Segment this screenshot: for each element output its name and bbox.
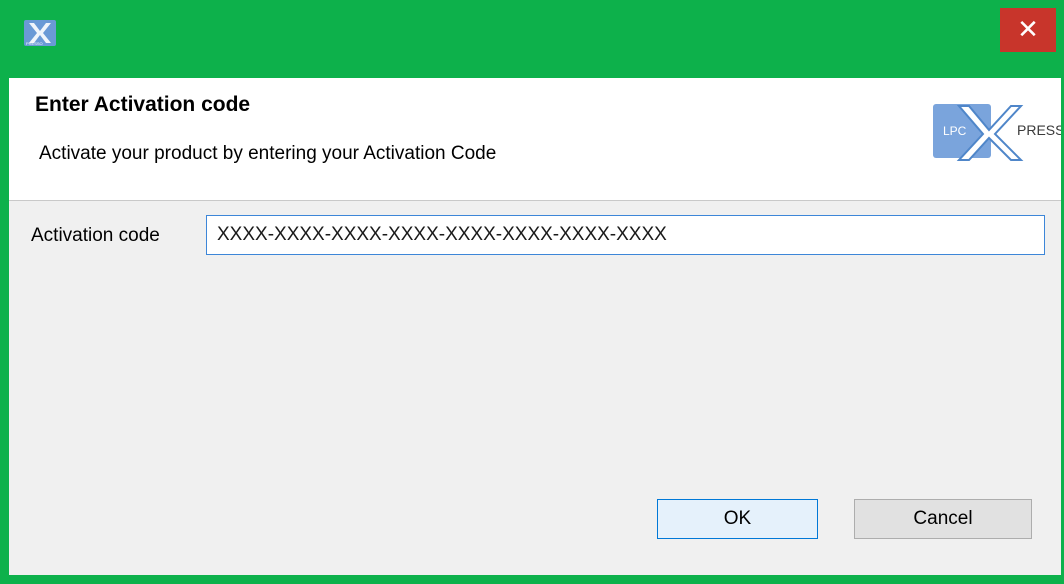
lpcxpresso-app-icon: PRESSO: [24, 20, 56, 46]
title-bar[interactable]: PRESSO ✕: [0, 0, 1064, 78]
cancel-button[interactable]: Cancel: [854, 499, 1032, 539]
ok-button[interactable]: OK: [657, 499, 818, 539]
activation-code-input[interactable]: [206, 215, 1045, 255]
activation-dialog-window: PRESSO ✕ Enter Activation code Activate …: [0, 0, 1064, 584]
dialog-subtitle: Activate your product by entering your A…: [39, 143, 497, 164]
logo-x-icon: [956, 105, 1024, 161]
logo-presso-text: PRESSO: [1017, 122, 1061, 138]
app-icon-text: PRESSO: [26, 41, 43, 46]
close-button[interactable]: ✕: [1000, 8, 1056, 52]
dialog-client-area: Enter Activation code Activate your prod…: [9, 78, 1061, 575]
close-icon: ✕: [1017, 15, 1039, 45]
lpcxpresso-logo: LPC PRESSO: [933, 102, 1061, 162]
dialog-title: Enter Activation code: [35, 93, 251, 116]
activation-code-label: Activation code: [31, 225, 160, 246]
header-banner: Enter Activation code Activate your prod…: [9, 78, 1061, 201]
